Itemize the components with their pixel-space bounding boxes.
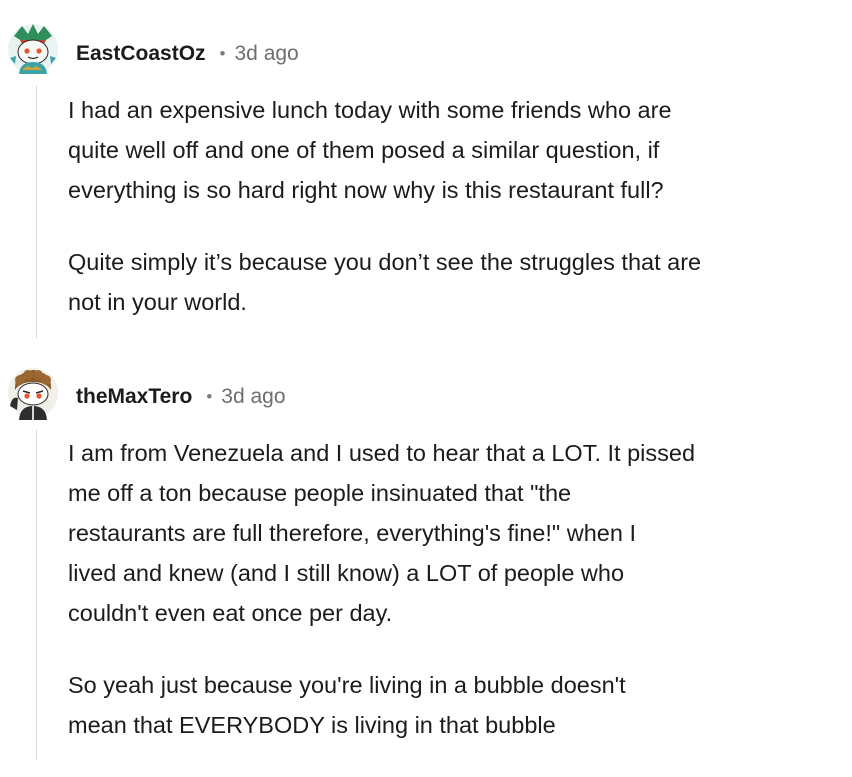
avatar[interactable] <box>6 366 60 420</box>
comment-paragraph: So yeah just because you're living in a … <box>68 672 626 738</box>
comment-body: I had an expensive lunch today with some… <box>68 90 838 354</box>
username-link[interactable]: theMaxTero <box>76 385 192 409</box>
comment-meta: EastCoastOz • 3d ago <box>76 39 299 69</box>
comment-body: I am from Venezuela and I used to hear t… <box>68 433 838 777</box>
comment-meta: theMaxTero • 3d ago <box>76 382 286 412</box>
thread-line[interactable] <box>36 86 37 338</box>
comment-paragraph: Quite simply it’s because you don’t see … <box>68 249 702 315</box>
snoo-avatar-icon <box>8 368 58 420</box>
avatar[interactable] <box>6 22 60 76</box>
thread-line[interactable] <box>36 430 37 760</box>
meta-separator: • <box>219 44 226 63</box>
comment-paragraph: I had an expensive lunch today with some… <box>68 97 672 203</box>
snoo-avatar-icon <box>8 24 58 74</box>
username-link[interactable]: EastCoastOz <box>76 42 206 66</box>
meta-separator: • <box>206 387 213 406</box>
comment-paragraph: I am from Venezuela and I used to hear t… <box>68 440 696 626</box>
timestamp-link[interactable]: 3d ago <box>221 385 285 409</box>
timestamp-link[interactable]: 3d ago <box>235 42 299 66</box>
